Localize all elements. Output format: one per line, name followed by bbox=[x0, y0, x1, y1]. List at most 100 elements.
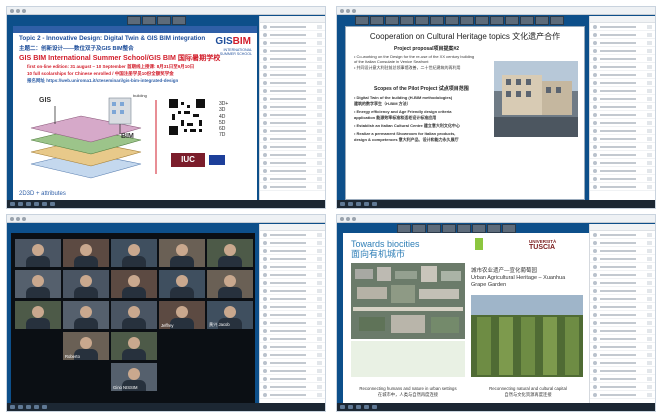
participant-row[interactable] bbox=[590, 263, 655, 271]
participant-thumbnail[interactable] bbox=[520, 16, 534, 25]
participant-thumbnail[interactable] bbox=[535, 16, 549, 25]
start-icon[interactable] bbox=[340, 405, 345, 409]
participant-row[interactable] bbox=[590, 295, 655, 303]
participant-row[interactable] bbox=[260, 255, 325, 263]
participant-thumbnail[interactable] bbox=[502, 224, 516, 233]
participant-row[interactable] bbox=[260, 71, 325, 79]
window-close-icon[interactable] bbox=[340, 217, 344, 221]
participant-row[interactable] bbox=[590, 183, 655, 191]
participant-thumbnail[interactable] bbox=[127, 16, 141, 25]
participant-thumbnail[interactable] bbox=[430, 16, 444, 25]
participant-row[interactable] bbox=[590, 319, 655, 327]
participant-video-tile[interactable]: 黄兴 Jacob bbox=[207, 301, 253, 329]
participant-row[interactable] bbox=[590, 327, 655, 335]
participant-row[interactable] bbox=[260, 159, 325, 167]
window-maximize-icon[interactable] bbox=[352, 9, 356, 13]
taskbar-app-icon[interactable] bbox=[356, 202, 361, 206]
window-minimize-icon[interactable] bbox=[346, 217, 350, 221]
window-maximize-icon[interactable] bbox=[22, 9, 26, 13]
participant-row[interactable] bbox=[260, 271, 325, 279]
window-minimize-icon[interactable] bbox=[16, 217, 20, 221]
participant-row[interactable] bbox=[260, 39, 325, 47]
participant-thumbnail[interactable] bbox=[142, 16, 156, 25]
participant-row[interactable] bbox=[590, 63, 655, 71]
participant-row[interactable] bbox=[590, 279, 655, 287]
participant-row[interactable] bbox=[590, 303, 655, 311]
participant-row[interactable] bbox=[260, 23, 325, 31]
participant-video-tile[interactable] bbox=[159, 270, 205, 298]
participant-row[interactable] bbox=[590, 311, 655, 319]
participant-thumbnail[interactable] bbox=[157, 16, 171, 25]
participant-row[interactable] bbox=[260, 135, 325, 143]
participant-thumbnail[interactable] bbox=[400, 16, 414, 25]
taskbar-app-icon[interactable] bbox=[348, 405, 353, 409]
participant-video-tile[interactable] bbox=[63, 270, 109, 298]
participant-thumbnail[interactable] bbox=[487, 224, 501, 233]
participant-row[interactable] bbox=[260, 231, 325, 239]
participant-row[interactable] bbox=[260, 55, 325, 63]
participant-row[interactable] bbox=[260, 327, 325, 335]
participant-row[interactable] bbox=[590, 247, 655, 255]
participant-row[interactable] bbox=[590, 287, 655, 295]
participant-row[interactable] bbox=[260, 79, 325, 87]
participant-thumbnail[interactable] bbox=[472, 224, 486, 233]
participant-row[interactable] bbox=[260, 127, 325, 135]
participant-row[interactable] bbox=[260, 391, 325, 399]
participant-video-tile[interactable] bbox=[15, 239, 61, 267]
participant-thumbnail[interactable] bbox=[445, 16, 459, 25]
participant-video-tile[interactable] bbox=[207, 239, 253, 267]
participant-thumbnail[interactable] bbox=[490, 16, 504, 25]
participant-row[interactable] bbox=[260, 151, 325, 159]
participant-row[interactable] bbox=[590, 359, 655, 367]
start-icon[interactable] bbox=[340, 202, 345, 206]
participant-row[interactable] bbox=[590, 23, 655, 31]
participant-thumbnail[interactable] bbox=[550, 16, 564, 25]
participant-video-tile[interactable] bbox=[15, 301, 61, 329]
participant-row[interactable] bbox=[260, 239, 325, 247]
participant-row[interactable] bbox=[590, 103, 655, 111]
participant-thumbnail[interactable] bbox=[370, 16, 384, 25]
participant-video-tile[interactable] bbox=[111, 332, 157, 360]
start-icon[interactable] bbox=[10, 405, 15, 409]
participant-row[interactable] bbox=[260, 287, 325, 295]
participant-row[interactable] bbox=[590, 151, 655, 159]
participant-row[interactable] bbox=[260, 31, 325, 39]
participant-row[interactable] bbox=[590, 383, 655, 391]
participant-thumbnail[interactable] bbox=[505, 16, 519, 25]
participant-row[interactable] bbox=[260, 383, 325, 391]
participant-thumbnail[interactable] bbox=[442, 224, 456, 233]
participant-row[interactable] bbox=[590, 391, 655, 399]
qr-code[interactable] bbox=[169, 99, 205, 135]
participant-row[interactable] bbox=[590, 231, 655, 239]
participant-thumbnail[interactable] bbox=[355, 16, 369, 25]
participant-row[interactable] bbox=[590, 143, 655, 151]
participant-row[interactable] bbox=[260, 311, 325, 319]
participant-row[interactable] bbox=[260, 119, 325, 127]
participant-row[interactable] bbox=[260, 343, 325, 351]
participant-video-tile[interactable] bbox=[63, 239, 109, 267]
participant-row[interactable] bbox=[260, 183, 325, 191]
participant-row[interactable] bbox=[260, 303, 325, 311]
participant-row[interactable] bbox=[260, 111, 325, 119]
participant-video-tile[interactable] bbox=[111, 301, 157, 329]
taskbar-app-icon[interactable] bbox=[34, 202, 39, 206]
participant-row[interactable] bbox=[260, 47, 325, 55]
participant-row[interactable] bbox=[590, 47, 655, 55]
participant-video-tile[interactable] bbox=[207, 270, 253, 298]
participant-row[interactable] bbox=[590, 95, 655, 103]
participant-video-tile[interactable]: Jeffrey bbox=[159, 301, 205, 329]
participant-row[interactable] bbox=[590, 351, 655, 359]
participant-row[interactable] bbox=[590, 271, 655, 279]
participant-row[interactable] bbox=[260, 175, 325, 183]
participant-row[interactable] bbox=[590, 135, 655, 143]
participant-row[interactable] bbox=[260, 295, 325, 303]
participant-row[interactable] bbox=[260, 103, 325, 111]
participant-thumbnail[interactable] bbox=[427, 224, 441, 233]
participant-row[interactable] bbox=[260, 367, 325, 375]
participant-row[interactable] bbox=[590, 71, 655, 79]
window-minimize-icon[interactable] bbox=[346, 9, 350, 13]
taskbar-app-icon[interactable] bbox=[372, 202, 377, 206]
participant-thumbnail[interactable] bbox=[385, 16, 399, 25]
participant-row[interactable] bbox=[260, 279, 325, 287]
participant-video-tile[interactable] bbox=[111, 239, 157, 267]
